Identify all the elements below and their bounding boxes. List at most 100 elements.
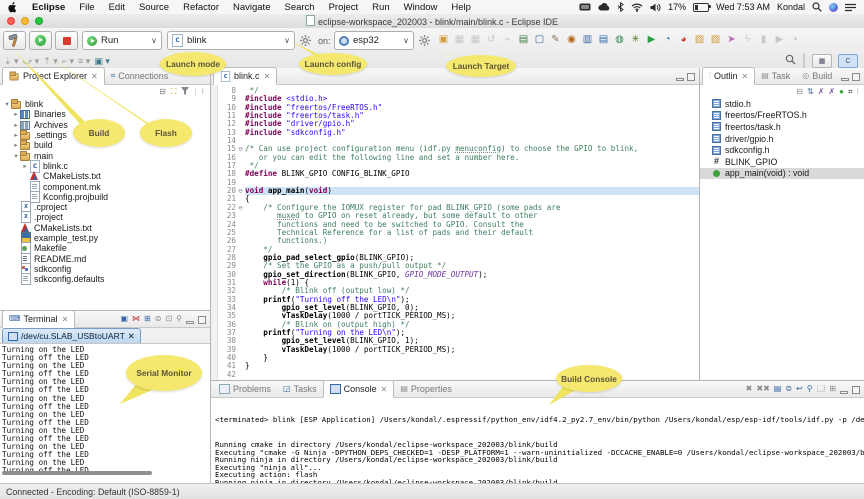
scroll-lock-icon[interactable]: ⊜	[785, 384, 792, 394]
code-lines[interactable]: 8 */9#include <stdio.h>10#include "freer…	[218, 85, 699, 380]
clear-console-icon[interactable]: ▤	[774, 384, 782, 394]
tree-item-kconfig-projbuild[interactable]: Kconfig.projbuild	[0, 192, 210, 202]
menu-item-window[interactable]: Window	[397, 2, 445, 13]
view-menu-icon[interactable]: ⁝	[856, 87, 859, 96]
close-icon[interactable]: ✕	[62, 315, 69, 324]
tree-expand-arrow-icon[interactable]: ▸	[12, 110, 20, 118]
scroll-lock-icon[interactable]: ⊜	[155, 314, 162, 324]
hide-inactive-icon[interactable]: ⌗	[848, 87, 853, 97]
menu-item-edit[interactable]: Edit	[102, 2, 132, 13]
tree-item-blink[interactable]: ▾blink	[0, 99, 210, 109]
maximize-panel-button[interactable]	[198, 316, 206, 324]
edit-config-icon[interactable]: ▤	[597, 33, 610, 46]
spotlight-search-icon[interactable]	[812, 2, 822, 12]
tab-blink-c[interactable]: c blink.c✕	[213, 67, 277, 85]
open-folder-2-icon[interactable]: ▨	[709, 33, 722, 46]
hide-static-icon[interactable]: ✗	[828, 87, 835, 96]
step-into-icon[interactable]: ⇣ ▾	[4, 56, 19, 67]
tree-item--project[interactable]: .project	[0, 212, 210, 222]
profile-icon[interactable]: ◕	[677, 33, 690, 46]
terminal-hscrollbar[interactable]	[2, 471, 152, 475]
tree-expand-arrow-icon[interactable]: ▸	[12, 131, 20, 139]
tree-item--cproject[interactable]: .cproject	[0, 202, 210, 212]
view-menu-icon[interactable]: ⁝	[201, 87, 204, 96]
sort-icon[interactable]: ⇅	[807, 87, 814, 96]
pin-terminal-icon[interactable]: ⚲	[176, 314, 182, 324]
minimize-panel-button[interactable]	[676, 78, 684, 81]
toggle-command-field-icon[interactable]: ⊡	[165, 314, 172, 324]
close-icon[interactable]: ✕	[91, 72, 98, 81]
tab-connections[interactable]: ⌗ Connections	[105, 68, 175, 84]
fold-marker-icon[interactable]: ⊖	[236, 204, 245, 212]
resume-icon[interactable]: ▶	[773, 33, 786, 46]
maximize-panel-button[interactable]	[687, 73, 695, 81]
go-globe-icon[interactable]: ◍	[613, 33, 626, 46]
tab-tasks[interactable]: ◲ Tasks	[277, 381, 323, 397]
screenshot-icon[interactable]: ◉	[565, 33, 578, 46]
connect-icon[interactable]: ⋈	[132, 314, 140, 324]
tree-expand-arrow-icon[interactable]: ▸	[12, 121, 20, 129]
run-app-icon[interactable]: ▶	[645, 33, 658, 46]
hide-fields-icon[interactable]: ✗	[818, 87, 825, 96]
tree-item-blink-c[interactable]: ▸blink.c	[0, 161, 210, 171]
tree-item-sdkconfig[interactable]: sdkconfig	[0, 264, 210, 274]
tab-outline[interactable]: ⫶ Outlin✕	[702, 67, 755, 85]
close-icon[interactable]: ✕	[128, 331, 135, 342]
step-return-icon[interactable]: ⇡ ▾	[43, 56, 58, 67]
suspend-icon[interactable]: ▮	[757, 33, 770, 46]
maximize-panel-button[interactable]	[852, 386, 860, 394]
step-over-icon[interactable]: ⤻ ▾	[23, 56, 40, 67]
new-wizard-icon[interactable]: ▣	[437, 33, 450, 46]
menubar-user[interactable]: Kondal	[777, 2, 805, 12]
menu-item-search[interactable]: Search	[277, 2, 321, 13]
menu-item-eclipse[interactable]: Eclipse	[25, 2, 72, 13]
stop-button[interactable]	[55, 31, 78, 50]
code-line-26[interactable]: 26 functions.)	[218, 237, 699, 245]
edit-target-gear-icon[interactable]	[419, 33, 430, 51]
step-filters-icon[interactable]: ≡ ▾	[78, 56, 90, 67]
tree-expand-arrow-icon[interactable]: ▸	[12, 141, 20, 149]
new-terminal-view-icon[interactable]: ⊞	[144, 314, 151, 324]
tree-item-cmakelists-txt[interactable]: CMakeLists.txt	[0, 223, 210, 233]
menu-item-project[interactable]: Project	[322, 2, 366, 13]
word-wrap-icon[interactable]: ↩	[796, 384, 803, 394]
remote-monitor-icon[interactable]: ▢	[533, 33, 546, 46]
open-perspective-button[interactable]: ▦	[812, 54, 832, 68]
skip-breakpoints-icon[interactable]: ϟ	[741, 33, 754, 46]
open-console-icon[interactable]: ⊞	[829, 384, 836, 394]
debug-bug-icon[interactable]: ✳	[629, 33, 642, 46]
display-selected-console-icon[interactable]: 🗔	[817, 384, 826, 394]
tree-item-example-test-py[interactable]: example_test.py	[0, 233, 210, 243]
collapse-all-icon[interactable]: ⊟	[159, 87, 166, 96]
remove-launch-icon[interactable]: ✖✖	[756, 384, 769, 394]
export-spreadsheet-icon[interactable]: ▤	[517, 33, 530, 46]
minimize-panel-button[interactable]	[840, 391, 848, 394]
save-all-icon[interactable]: ▦	[469, 33, 482, 46]
tree-expand-arrow-icon[interactable]: ▾	[12, 152, 20, 160]
code-line-39[interactable]: 39 vTaskDelay(1000 / portTICK_PERIOD_MS)…	[218, 346, 699, 354]
open-folder-icon[interactable]: ▨	[693, 33, 706, 46]
edit-config-gear-icon[interactable]	[300, 33, 311, 51]
tab-project-explorer[interactable]: Project Explorer✕	[2, 67, 105, 85]
display-icon[interactable]	[579, 2, 591, 12]
menubar-clock[interactable]: Wed 7:53 AM	[716, 2, 770, 12]
close-icon[interactable]: ✕	[381, 385, 388, 394]
wifi-icon[interactable]	[631, 2, 643, 12]
tab-properties[interactable]: ▤ Properties	[394, 381, 458, 397]
apple-menu-icon[interactable]	[0, 2, 17, 12]
code-area[interactable]: 8 */9#include <stdio.h>10#include "freer…	[211, 85, 699, 380]
siri-icon[interactable]	[829, 3, 838, 12]
control-center-icon[interactable]	[845, 2, 856, 12]
close-icon[interactable]: ✕	[264, 72, 271, 81]
menu-item-source[interactable]: Source	[132, 2, 176, 13]
coverage-icon[interactable]: ◔	[661, 33, 674, 46]
new-connection-icon[interactable]: ▣ ▾	[94, 56, 110, 67]
tab-task[interactable]: ▤ Task	[755, 68, 796, 84]
menu-item-navigate[interactable]: Navigate	[226, 2, 278, 13]
tab-build[interactable]: ◎ Build	[796, 68, 838, 84]
terminate-icon[interactable]: ▪	[789, 33, 802, 46]
bluetooth-icon[interactable]	[617, 2, 624, 12]
tree-item-sdkconfig-defaults[interactable]: sdkconfig.defaults	[0, 274, 210, 284]
fold-marker-icon[interactable]: ⊖	[236, 187, 245, 195]
minimize-panel-button[interactable]	[186, 321, 194, 324]
